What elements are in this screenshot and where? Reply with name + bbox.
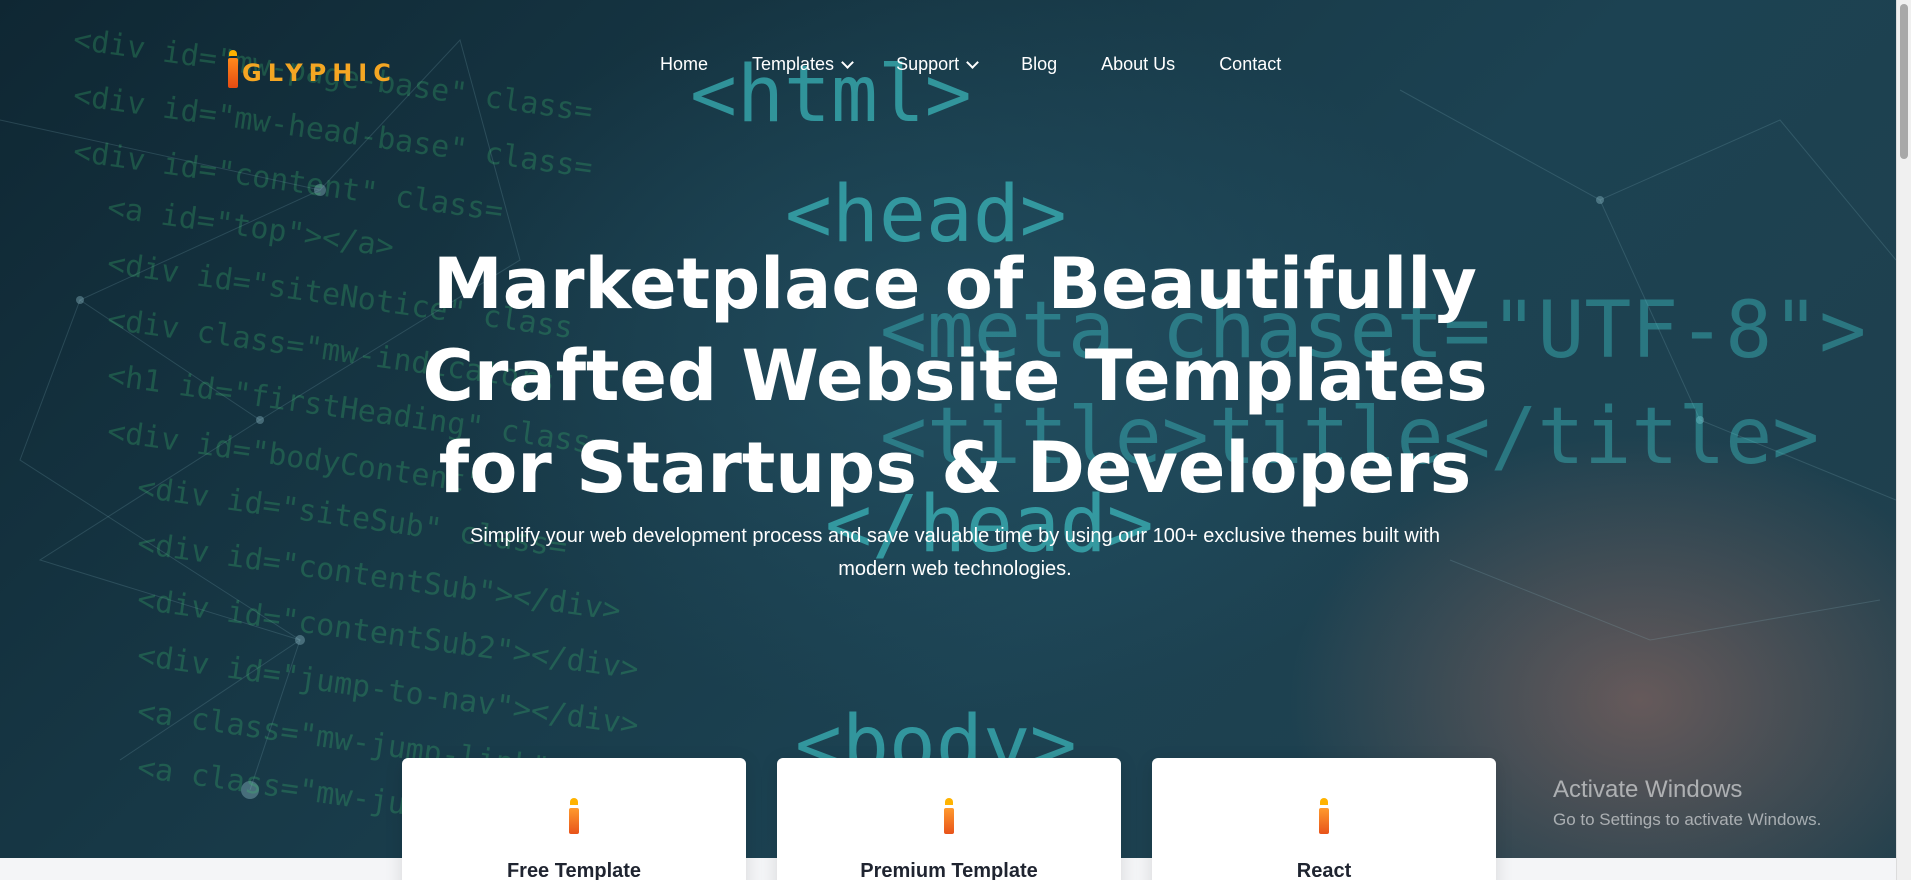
windows-activation-watermark: Activate Windows Go to Settings to activ… [1553, 776, 1821, 830]
chevron-down-icon [966, 56, 979, 69]
nav-item-label: Home [660, 54, 709, 74]
nav-item-label: Templates [752, 54, 835, 74]
brand-logo-text: GLYPHIC [242, 59, 397, 87]
page: <div id="mw-page-base" class= <div id="m… [0, 0, 1911, 880]
chevron-down-icon [841, 56, 854, 69]
card-title: Free Template [506, 860, 642, 880]
card-premium-template[interactable]: Premium Template [777, 758, 1121, 880]
nav-item-label: Contact [1219, 54, 1282, 74]
nav-item-home[interactable]: Home [660, 54, 708, 75]
flame-i-icon [569, 798, 579, 834]
nav-item-label: About Us [1101, 54, 1176, 74]
nav-item-label: Support [896, 54, 960, 74]
flame-i-icon [1319, 798, 1329, 834]
nav-item-label: Blog [1021, 54, 1058, 74]
scrollbar-thumb[interactable] [1900, 4, 1908, 159]
nav-item-about-us[interactable]: About Us [1101, 54, 1175, 75]
brand-logo[interactable]: GLYPHIC [228, 48, 397, 88]
card-react[interactable]: React [1152, 758, 1496, 880]
card-title: React [1296, 860, 1352, 880]
card-free-template[interactable]: Free Template [402, 758, 746, 880]
nav-item-blog[interactable]: Blog [1021, 54, 1057, 75]
hero-title-line: Marketplace of Beautifully [433, 243, 1477, 325]
hero-subtitle-line: Simplify your web development process an… [470, 525, 1440, 547]
hero-section: <div id="mw-page-base" class= <div id="m… [0, 0, 1896, 858]
hero-subtitle: Simplify your web development process an… [420, 520, 1490, 586]
nav-item-support[interactable]: Support [896, 54, 979, 75]
flame-i-logo-icon [228, 50, 238, 88]
main-nav: Home Templates Support Blog About Us Con… [660, 54, 1325, 75]
hero-subtitle-line: modern web technologies. [838, 558, 1072, 580]
hero-title-line: Crafted Website Templates [422, 335, 1488, 417]
card-title: Premium Template [860, 860, 1038, 880]
vertical-scrollbar[interactable] [1896, 0, 1911, 880]
nav-item-contact[interactable]: Contact [1219, 54, 1281, 75]
hero-title: Marketplace of Beautifully Crafted Websi… [340, 238, 1570, 514]
flame-i-icon [944, 798, 954, 834]
nav-item-templates[interactable]: Templates [752, 54, 854, 75]
watermark-title: Activate Windows [1553, 776, 1743, 803]
watermark-subtitle: Go to Settings to activate Windows. [1553, 810, 1822, 829]
hero-title-line: for Startups & Developers [438, 427, 1472, 509]
